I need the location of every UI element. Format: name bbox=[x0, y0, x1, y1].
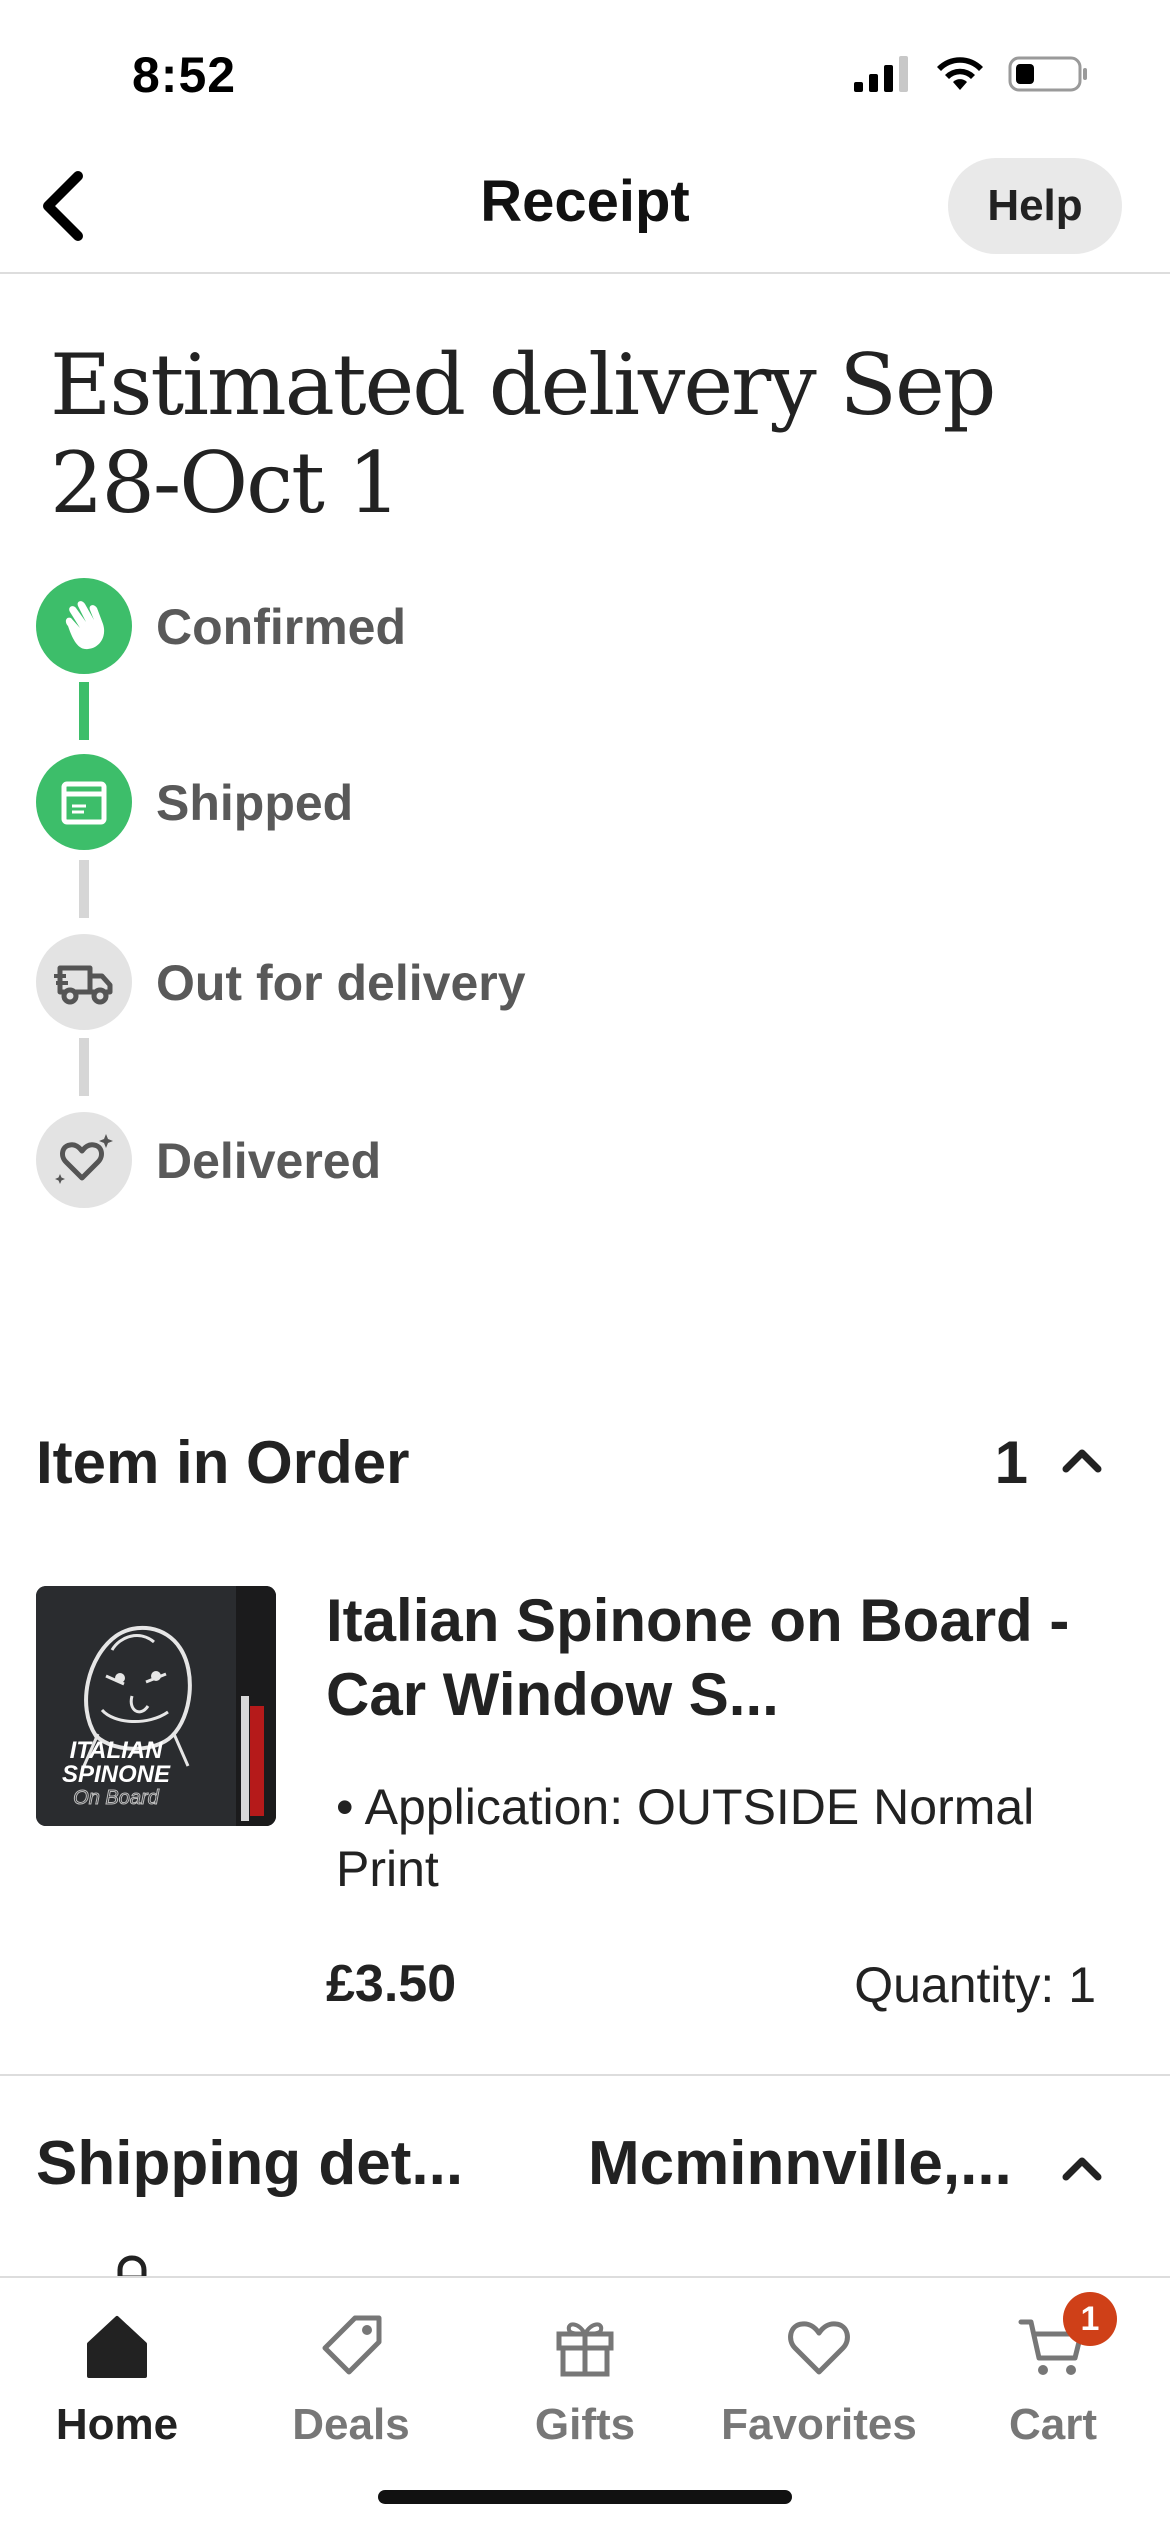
nav-label-favorites: Favorites bbox=[721, 2400, 917, 2449]
tracker-step-shipped: Shipped bbox=[36, 754, 836, 850]
tracker-step-confirmed: Confirmed bbox=[36, 578, 836, 674]
step-label-confirmed: Confirmed bbox=[156, 599, 406, 655]
step-label-shipped: Shipped bbox=[156, 775, 354, 831]
help-button[interactable]: Help bbox=[948, 158, 1122, 254]
heart-icon bbox=[788, 2321, 850, 2375]
item-in-order-header[interactable]: Item in Order 1 bbox=[36, 1412, 1110, 1502]
heart-icon-wrap bbox=[771, 2298, 867, 2394]
estimated-delivery-heading: Estimated delivery Sep 28-Oct 1 bbox=[50, 336, 996, 532]
item-thumbnail-image: ITALIAN SPINONE On Board bbox=[36, 1586, 276, 1826]
home-icon-wrap bbox=[69, 2298, 165, 2394]
step-circle-delivered bbox=[36, 1112, 132, 1208]
thumbnail-text-line2: SPINONE bbox=[62, 1761, 171, 1788]
shipping-details-label[interactable]: Shipping det... bbox=[36, 2128, 463, 2199]
item-title[interactable]: Italian Spinone on Board - Car Window S.… bbox=[326, 1584, 1116, 1732]
status-bar: 8:52 bbox=[0, 0, 1170, 140]
gift-icon bbox=[556, 2322, 614, 2377]
nav-gifts[interactable]: Gifts bbox=[468, 2278, 702, 2478]
heart-sparkle-icon bbox=[55, 1134, 113, 1184]
nav-home[interactable]: Home bbox=[0, 2278, 234, 2478]
nav-label-cart: Cart bbox=[1008, 2400, 1098, 2449]
shipping-city: Mcminnville,... bbox=[588, 2129, 1012, 2198]
bottom-navigation: Home Deals Gifts Favorites 1 Cart bbox=[0, 2276, 1170, 2532]
thumbnail-text-line1: ITALIAN bbox=[70, 1737, 164, 1764]
tracker-connector-3 bbox=[79, 1038, 89, 1096]
nav-cart[interactable]: 1 Cart bbox=[936, 2278, 1170, 2478]
delivery-truck-icon bbox=[54, 965, 113, 1005]
home-icon bbox=[87, 2316, 147, 2378]
section-divider bbox=[0, 2074, 1170, 2076]
wifi-icon bbox=[937, 57, 983, 90]
nav-deals[interactable]: Deals bbox=[234, 2278, 468, 2478]
tracker-connector-2 bbox=[79, 860, 89, 918]
cart-badge: 1 bbox=[1063, 2292, 1117, 2346]
item-quantity: Quantity: 1 bbox=[854, 1957, 1096, 2013]
gift-icon-wrap bbox=[537, 2298, 633, 2394]
tag-icon-wrap bbox=[303, 2298, 399, 2394]
cart-icon-wrap: 1 bbox=[1005, 2292, 1117, 2394]
step-circle-shipped bbox=[36, 754, 132, 850]
package-icon bbox=[61, 781, 107, 825]
nav-label-deals: Deals bbox=[292, 2400, 410, 2449]
item-thumbnail[interactable]: ITALIAN SPINONE On Board bbox=[36, 1586, 276, 1826]
item-price: £3.50 bbox=[326, 1955, 457, 2013]
collapse-items-button[interactable] bbox=[1054, 1432, 1110, 1488]
status-icons bbox=[852, 54, 1090, 94]
nav-label-gifts: Gifts bbox=[534, 2400, 636, 2449]
tracker-connector-1 bbox=[79, 682, 89, 740]
step-circle-confirmed bbox=[36, 578, 132, 674]
battery-icon bbox=[1008, 56, 1087, 92]
location-pin-icon bbox=[117, 2255, 147, 2278]
item-in-order-title: Item in Order bbox=[36, 1429, 410, 1496]
step-circle-out-for-delivery bbox=[36, 934, 132, 1030]
collapse-shipping-button[interactable] bbox=[1054, 2140, 1110, 2196]
cellular-signal-icon bbox=[854, 56, 908, 92]
home-indicator[interactable] bbox=[378, 2490, 792, 2504]
nav-favorites[interactable]: Favorites bbox=[702, 2278, 936, 2478]
step-label-out-for-delivery: Out for delivery bbox=[156, 955, 526, 1011]
item-count: 1 bbox=[994, 1429, 1028, 1496]
step-label-delivered: Delivered bbox=[156, 1133, 382, 1189]
tag-icon bbox=[322, 2315, 382, 2375]
receipt-header: Receipt Help bbox=[0, 140, 1170, 274]
thumbnail-text-line3: On Board bbox=[73, 1787, 159, 1809]
item-variant: • Application: OUTSIDE Normal Print bbox=[336, 1779, 1035, 1897]
status-time: 8:52 bbox=[132, 47, 237, 103]
nav-label-home: Home bbox=[55, 2400, 179, 2449]
chevron-up-icon bbox=[1062, 1449, 1102, 1473]
tracker-step-out-for-delivery: Out for delivery bbox=[36, 934, 836, 1030]
waving-hand-icon bbox=[65, 601, 105, 650]
tracker-step-delivered: Delivered bbox=[36, 1112, 836, 1208]
shipping-address-peek bbox=[112, 2254, 472, 2278]
receipt-screen: 8:52 Receipt Help Estimated delivery Sep… bbox=[0, 0, 1170, 2532]
chevron-up-icon bbox=[1062, 2157, 1102, 2181]
delivery-tracker: Confirmed Shipped Out for delivery Deliv… bbox=[36, 578, 836, 1218]
